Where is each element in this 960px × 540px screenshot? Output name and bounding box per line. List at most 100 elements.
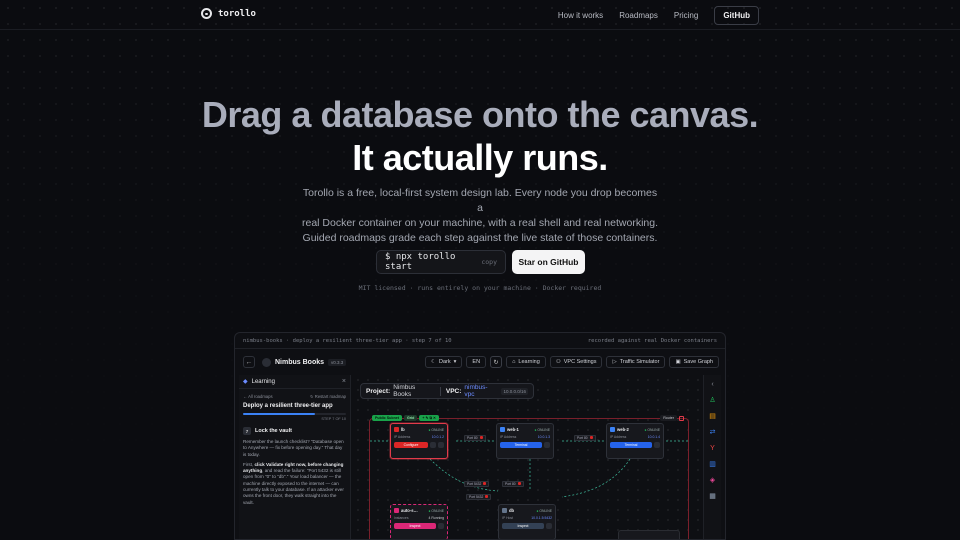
save-graph-button[interactable]: ▣ Save Graph [669, 356, 719, 368]
load-balancer-icon [394, 427, 399, 432]
graduation-cap-icon: ⌂ [512, 359, 516, 365]
node-field-label: IP Address [500, 435, 517, 439]
node-auto-scaling[interactable]: auto-s… ONLINE Instances 4 Running Inspect [390, 504, 448, 539]
arrows-icon[interactable]: ⇄ [710, 429, 716, 437]
node-lb[interactable]: lb ONLINE IP Address 10.0.1.2 Configure [390, 423, 448, 459]
node-status: ONLINE [534, 428, 550, 432]
hero-subtitle: Torollo is a free, local-first system de… [300, 186, 660, 246]
node-name: web-1 [507, 427, 519, 432]
vpc-name: nimbus-vpc [464, 384, 488, 398]
port-badge: Port 5432 [466, 494, 492, 500]
theme-select[interactable]: ☾ Dark ▾ [425, 356, 463, 368]
node-db[interactable]: db ONLINE IP Host 10.0.1.5:5432 Inspect [498, 504, 556, 539]
node-field-label: IP Address [610, 435, 627, 439]
learning-button[interactable]: ⌂ Learning [506, 356, 546, 368]
configure-button[interactable]: Configure [394, 442, 428, 448]
traffic-simulator-button[interactable]: ▷ Traffic Simulator [606, 356, 666, 368]
port-badge: Port 80 [464, 435, 486, 441]
terminal-button[interactable]: Terminal [610, 442, 652, 448]
node-delete-button[interactable] [438, 442, 444, 448]
database-icon [502, 508, 507, 513]
node-menu-button[interactable] [544, 442, 550, 448]
chevron-left-icon[interactable]: ‹ [711, 381, 713, 389]
layers-icon[interactable]: ◈ [710, 477, 715, 485]
nav-links: How it works Roadmaps Pricing GitHub [558, 6, 759, 25]
nav-link-pricing[interactable]: Pricing [674, 11, 698, 20]
node-field-value: 4 Running [428, 516, 444, 520]
node-field-value: 10.0.1.4 [647, 435, 660, 439]
p2-start: First, [243, 461, 255, 467]
star-on-github-button[interactable]: Star on GitHub [512, 250, 585, 274]
node-field-label: IP Host [502, 516, 514, 520]
node-menu-button[interactable] [546, 523, 552, 529]
install-command: $ npx torollo start [385, 252, 456, 272]
headline-line-1: Drag a database onto the canvas. [201, 94, 759, 135]
hero-meta: MIT licensed · runs entirely on your mac… [358, 284, 602, 292]
branch-icon[interactable]: Y [710, 445, 715, 453]
all-roadmaps-link[interactable]: ← All roadmaps [243, 394, 273, 399]
play-icon: ▷ [612, 359, 617, 365]
roadmap-progress-bar [243, 413, 346, 415]
learning-icon: ◆ [243, 379, 248, 385]
vpc-label: VPC: [445, 387, 462, 395]
node-name: lb [401, 427, 405, 432]
wire-web2-db [561, 458, 631, 498]
node-name: auto-s… [401, 508, 418, 513]
version-badge: v0.3.3 [328, 358, 347, 366]
node-menu-button[interactable] [438, 523, 444, 529]
sidebar-title: Learning [251, 378, 275, 385]
public-subnet[interactable]: Public Subnet Grid + ✎ ⧉ ✕ Router lbONLI… [369, 415, 690, 539]
step-number: 7 [243, 427, 251, 435]
node-name: web-2 [617, 427, 629, 432]
hero-headline: Drag a database onto the canvas. It actu… [0, 93, 960, 179]
learning-sidebar: ◆ Learning × ← All roadmaps ↻ Restart ro… [239, 375, 351, 539]
frame-caption-bar: nimbus-books · deploy a resilient three-… [235, 333, 725, 349]
nav-link-roadmaps[interactable]: Roadmaps [619, 11, 658, 20]
inspect-button[interactable]: Inspect [502, 523, 544, 529]
network-icon[interactable]: ♙ [709, 397, 715, 405]
install-command-box[interactable]: $ npx torollo start copy [376, 250, 506, 274]
port-badge: Port 5432 [464, 481, 490, 487]
terminal-button[interactable]: Terminal [500, 442, 542, 448]
node-field-label: IP Address [394, 435, 411, 439]
vpc-settings-button[interactable]: ⚇ VPC Settings [549, 356, 603, 368]
autoscale-icon [394, 508, 399, 513]
app-preview-frame: nimbus-books · deploy a resilient three-… [234, 332, 726, 540]
node-web-2[interactable]: web-2 ONLINE IP Address 10.0.1.4 Terminal [606, 423, 664, 459]
stack-icon[interactable]: ▤ [709, 413, 716, 421]
copy-button[interactable]: copy [481, 258, 497, 266]
github-button[interactable]: GitHub [714, 6, 759, 25]
close-sidebar-button[interactable]: × [342, 378, 346, 385]
node-field-value: 10.0.1.5:5432 [531, 516, 552, 520]
theme-value: Dark [439, 359, 451, 365]
step-paragraph-1: Remember the launch checklist? "Database… [243, 439, 344, 457]
node-menu-button[interactable] [654, 442, 660, 448]
subtitle-line-1: Torollo is a free, local-first system de… [302, 187, 658, 214]
server-icon [610, 427, 615, 432]
moon-icon: ☾ [431, 359, 437, 365]
language-button[interactable]: EN [466, 356, 487, 368]
node-status: ONLINE [428, 509, 444, 513]
graph-canvas[interactable]: Project: Nimbus Books VPC: nimbus-vpc 10… [353, 375, 705, 539]
node-status: ONLINE [428, 428, 444, 432]
chevron-down-icon: ▾ [453, 359, 457, 365]
brand[interactable]: torollo [201, 8, 256, 19]
project-name: Nimbus Books [393, 384, 416, 398]
frame-caption-left: nimbus-books · deploy a resilient three-… [243, 337, 452, 344]
restart-roadmap-button[interactable]: ↻ Restart roadmap [310, 394, 346, 399]
step-header: 7 Lock the vault [239, 421, 350, 435]
back-button[interactable]: ← [243, 356, 255, 368]
subtitle-line-2: real Docker container on your machine, w… [301, 217, 658, 229]
nav-link-how-it-works[interactable]: How it works [558, 11, 603, 20]
p2-rest: , and read the failure: "Port 5432 is st… [243, 468, 344, 505]
inspect-button[interactable]: Inspect [394, 523, 436, 529]
network-icon: ⚇ [555, 359, 561, 365]
database-icon[interactable]: ▥ [709, 461, 716, 469]
cylinder-icon[interactable]: ▦ [709, 493, 716, 501]
node-web-1[interactable]: web-1 ONLINE IP Address 10.0.1.3 Terminal [496, 423, 554, 459]
node-name: db [509, 508, 515, 513]
port-badge: Port 80 [574, 435, 596, 441]
refresh-button[interactable]: ↻ [490, 356, 503, 368]
node-menu-button[interactable] [430, 442, 436, 448]
sidebar-header: ◆ Learning × [239, 375, 350, 389]
